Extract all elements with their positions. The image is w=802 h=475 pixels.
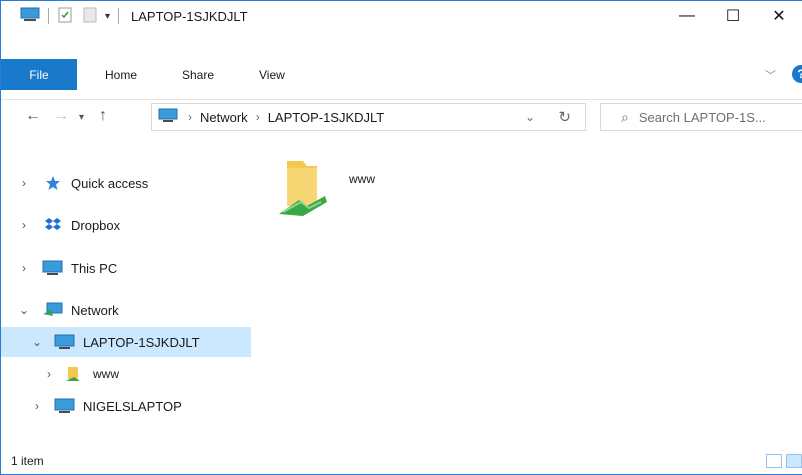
nav-item-www[interactable]: › www — [1, 359, 251, 389]
shared-folder-icon — [273, 161, 333, 224]
forward-arrow-icon[interactable]: → — [53, 107, 69, 125]
customize-toolbar-icon[interactable]: ▾ — [105, 11, 110, 22]
toolbar-separator — [48, 8, 49, 24]
computer-icon — [42, 260, 63, 276]
large-icons-view-button[interactable] — [786, 454, 802, 468]
tab-share[interactable]: Share — [182, 59, 214, 90]
nav-item-label: This PC — [71, 260, 118, 276]
computer-icon — [54, 334, 75, 350]
explorer-icon — [20, 7, 40, 26]
item-count: 1 item — [11, 454, 44, 468]
star-icon — [44, 175, 64, 191]
content-item-label: www — [349, 172, 375, 186]
navigation-pane: › Quick access › Dropbox › This PC ⌄ Net… — [1, 141, 251, 441]
search-input[interactable]: ⌕ Search LAPTOP-1S... — [600, 103, 802, 131]
search-placeholder: Search LAPTOP-1S... — [638, 109, 766, 125]
title-bar: ▾ LAPTOP-1SJKDJLT — ☐ ✕ — [1, 1, 802, 31]
nav-item-label: Dropbox — [71, 217, 121, 233]
chevron-right-icon[interactable]: › — [18, 261, 30, 275]
close-button[interactable]: ✕ — [756, 1, 802, 31]
nav-item-label: Network — [71, 302, 119, 318]
dropbox-icon — [44, 217, 64, 233]
chevron-right-icon[interactable]: › — [31, 399, 43, 413]
chevron-down-icon[interactable]: ⌄ — [18, 303, 30, 317]
shared-folder-icon — [65, 366, 85, 382]
breadcrumb-laptop[interactable]: LAPTOP-1SJKDJLT — [268, 110, 385, 125]
refresh-icon[interactable]: ↻ — [558, 108, 571, 126]
address-dropdown-icon[interactable]: ⌄ — [525, 110, 535, 124]
help-button[interactable]: ? — [792, 65, 802, 83]
maximize-button[interactable]: ☐ — [710, 1, 756, 31]
view-toggles — [766, 454, 802, 468]
breadcrumb-chevron-icon[interactable]: › — [256, 110, 260, 124]
chevron-right-icon[interactable]: › — [18, 176, 30, 190]
chevron-down-icon[interactable]: ⌄ — [31, 335, 43, 349]
properties-icon[interactable] — [57, 7, 73, 26]
network-icon — [42, 302, 63, 318]
details-view-button[interactable] — [766, 454, 782, 468]
nav-item-quick-access[interactable]: › Quick access — [1, 168, 251, 198]
window-title: LAPTOP-1SJKDJLT — [131, 8, 248, 24]
chevron-right-icon[interactable]: › — [18, 218, 30, 232]
search-icon: ⌕ — [621, 108, 629, 125]
up-arrow-icon[interactable]: ↑ — [99, 107, 107, 125]
window-controls: — ☐ ✕ — [664, 1, 802, 31]
recent-locations-icon[interactable]: ▾ — [79, 112, 84, 123]
nav-item-nigelslaptop[interactable]: › NIGELSLAPTOP — [1, 391, 251, 421]
nav-item-this-pc[interactable]: › This PC — [1, 253, 251, 283]
tab-home[interactable]: Home — [105, 59, 137, 90]
breadcrumb-chevron-icon[interactable]: › — [188, 110, 192, 124]
network-location-icon — [158, 108, 180, 127]
nav-item-network[interactable]: ⌄ Network — [1, 295, 251, 325]
nav-item-label: LAPTOP-1SJKDJLT — [83, 334, 200, 350]
computer-icon — [54, 398, 75, 414]
address-bar[interactable]: › Network › LAPTOP-1SJKDJLT ⌄ ↻ — [151, 103, 586, 131]
explorer-window: ▾ LAPTOP-1SJKDJLT — ☐ ✕ File Home Share … — [0, 0, 802, 475]
nav-item-label: Quick access — [71, 175, 149, 191]
content-item-www[interactable] — [273, 156, 403, 236]
breadcrumb-network[interactable]: Network — [200, 110, 248, 125]
chevron-right-icon[interactable]: › — [43, 367, 55, 381]
new-folder-icon[interactable] — [83, 7, 97, 26]
expand-ribbon-icon[interactable]: ﹀ — [765, 67, 776, 83]
status-bar: 1 item — [1, 446, 802, 474]
nav-item-dropbox[interactable]: › Dropbox — [1, 210, 251, 240]
back-arrow-icon[interactable]: ← — [25, 107, 41, 125]
nav-item-label: www — [93, 367, 119, 381]
minimize-button[interactable]: — — [664, 1, 710, 31]
tab-view[interactable]: View — [259, 59, 285, 90]
tab-file[interactable]: File — [1, 59, 77, 90]
quick-access-toolbar: ▾ LAPTOP-1SJKDJLT — [1, 1, 248, 31]
nav-item-label: NIGELSLAPTOP — [83, 398, 182, 414]
toolbar-separator — [118, 8, 120, 24]
nav-item-laptop-1sjkdjlt[interactable]: ⌄ LAPTOP-1SJKDJLT — [1, 327, 251, 357]
